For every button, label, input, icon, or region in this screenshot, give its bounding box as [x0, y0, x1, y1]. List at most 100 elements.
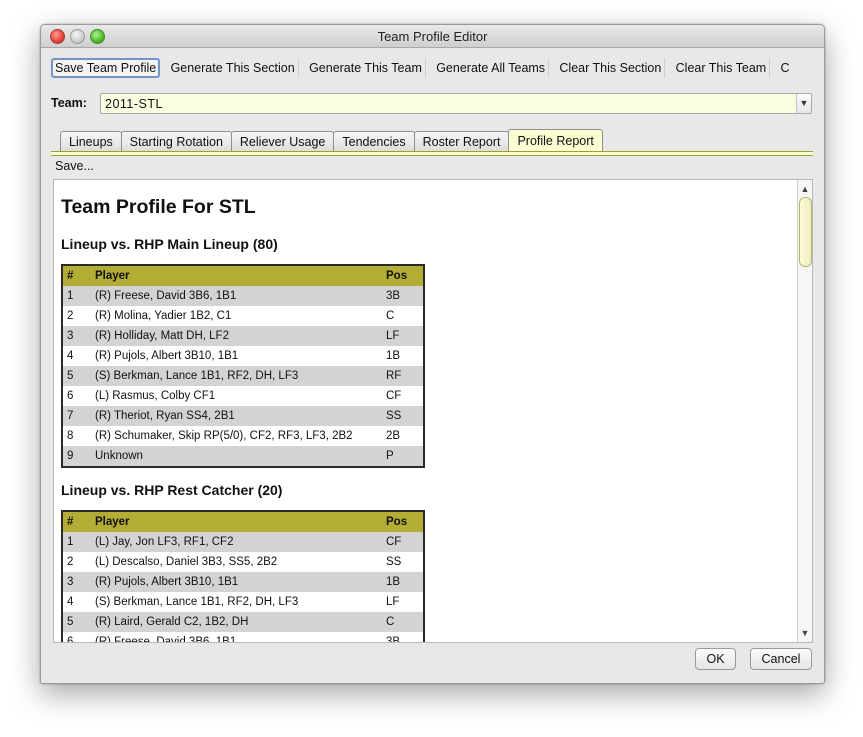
save-report-link[interactable]: Save... — [55, 159, 94, 173]
cell-pos: LF — [382, 592, 424, 612]
column-header-player: Player — [91, 511, 382, 532]
team-selector-row: Team: 2011-STL ▼ — [51, 93, 813, 115]
team-combo-value: 2011-STL — [105, 97, 163, 111]
tab-reliever-usage[interactable]: Reliever Usage — [230, 131, 335, 152]
table-row: 5 (S) Berkman, Lance 1B1, RF2, DH, LF3 RF — [62, 366, 424, 386]
tab-roster-report[interactable]: Roster Report — [413, 131, 510, 152]
cell-player: (R) Schumaker, Skip RP(5/0), CF2, RF3, L… — [91, 426, 382, 446]
cell-number: 5 — [62, 366, 91, 386]
cell-player: (R) Holliday, Matt DH, LF2 — [91, 326, 382, 346]
cell-pos: 1B — [382, 346, 424, 366]
cell-number: 9 — [62, 446, 91, 467]
window-title: Team Profile Editor — [377, 29, 488, 44]
column-header-pos: Pos — [382, 511, 424, 532]
cell-number: 4 — [62, 592, 91, 612]
report-viewport[interactable]: Team Profile For STL Lineup vs. RHP Main… — [53, 179, 813, 643]
cell-player: (R) Pujols, Albert 3B10, 1B1 — [91, 346, 382, 366]
cell-player: (S) Berkman, Lance 1B1, RF2, DH, LF3 — [91, 366, 382, 386]
cell-number: 3 — [62, 572, 91, 592]
lineup-table-body: 1 (L) Jay, Jon LF3, RF1, CF2 CF 2 (L) Descal… — [62, 532, 424, 642]
cell-player: (R) Pujols, Albert 3B10, 1B1 — [91, 572, 382, 592]
cell-pos: 3B — [382, 632, 424, 642]
ok-button[interactable]: OK — [695, 648, 736, 670]
cell-number: 1 — [62, 286, 91, 306]
column-header-number: # — [62, 511, 91, 532]
clipped-toolbar-button[interactable]: C — [778, 58, 793, 78]
scrollbar-thumb[interactable] — [799, 197, 812, 267]
generate-this-team-button[interactable]: Generate This Team — [306, 58, 426, 78]
cell-player: Unknown — [91, 446, 382, 467]
table-row: 7 (R) Theriot, Ryan SS4, 2B1 SS — [62, 406, 424, 426]
section-heading: Lineup vs. RHP Rest Catcher (20) — [61, 482, 283, 498]
cell-number: 6 — [62, 386, 91, 406]
report-title: Team Profile For STL — [61, 196, 256, 218]
table-row: 3 (R) Pujols, Albert 3B10, 1B1 1B — [62, 572, 424, 592]
cell-pos: LF — [382, 326, 424, 346]
table-row: 4 (S) Berkman, Lance 1B1, RF2, DH, LF3 LF — [62, 592, 424, 612]
scroll-down-icon[interactable]: ▼ — [798, 626, 812, 640]
table-row: 9 Unknown P — [62, 446, 424, 467]
cell-pos: SS — [382, 552, 424, 572]
table-row: 2 (R) Molina, Yadier 1B2, C1 C — [62, 306, 424, 326]
table-row: 1 (L) Jay, Jon LF3, RF1, CF2 CF — [62, 532, 424, 552]
column-header-number: # — [62, 265, 91, 286]
cell-number: 7 — [62, 406, 91, 426]
table-header-row: # Player Pos — [62, 511, 424, 532]
lineup-table: # Player Pos 1 (R) Freese, David 3B6, 1B1… — [61, 264, 425, 468]
cell-player: (R) Freese, David 3B6, 1B1 — [91, 286, 382, 306]
table-row: 8 (R) Schumaker, Skip RP(5/0), CF2, RF3, … — [62, 426, 424, 446]
cell-number: 6 — [62, 632, 91, 642]
title-bar: Team Profile Editor — [41, 25, 824, 48]
cell-pos: C — [382, 612, 424, 632]
clear-this-section-button[interactable]: Clear This Section — [556, 58, 666, 78]
clear-this-team-button[interactable]: Clear This Team — [673, 58, 771, 78]
cell-pos: P — [382, 446, 424, 467]
team-profile-editor-window: Team Profile Editor Save Team Profile Ge… — [40, 24, 825, 684]
cell-player: (S) Berkman, Lance 1B1, RF2, DH, LF3 — [91, 592, 382, 612]
dropdown-arrow-icon[interactable]: ▼ — [796, 94, 811, 113]
tab-tendencies[interactable]: Tendencies — [333, 131, 415, 152]
vertical-scrollbar[interactable]: ▲ ▼ — [797, 180, 812, 642]
report-document: Team Profile For STL Lineup vs. RHP Main… — [61, 180, 801, 642]
section-heading: Lineup vs. RHP Main Lineup (80) — [61, 236, 278, 252]
cell-player: (L) Descalso, Daniel 3B3, SS5, 2B2 — [91, 552, 382, 572]
tab-bar: Lineups Starting Rotation Reliever Usage Te… — [60, 129, 603, 152]
cell-player: (R) Molina, Yadier 1B2, C1 — [91, 306, 382, 326]
cell-number: 2 — [62, 306, 91, 326]
toolbar: Save Team Profile Generate This Section … — [51, 58, 821, 80]
tab-panel-border — [51, 151, 813, 156]
scroll-up-icon[interactable]: ▲ — [798, 182, 812, 196]
cell-pos: 1B — [382, 572, 424, 592]
cell-player: (R) Laird, Gerald C2, 1B2, DH — [91, 612, 382, 632]
cell-number: 5 — [62, 612, 91, 632]
cell-number: 3 — [62, 326, 91, 346]
cell-number: 1 — [62, 532, 91, 552]
table-row: 2 (L) Descalso, Daniel 3B3, SS5, 2B2 SS — [62, 552, 424, 572]
cell-pos: CF — [382, 386, 424, 406]
generate-all-teams-button[interactable]: Generate All Teams — [433, 58, 550, 78]
cell-number: 4 — [62, 346, 91, 366]
table-row: 3 (R) Holliday, Matt DH, LF2 LF — [62, 326, 424, 346]
cell-pos: RF — [382, 366, 424, 386]
cell-pos: C — [382, 306, 424, 326]
table-row: 6 (L) Rasmus, Colby CF1 CF — [62, 386, 424, 406]
cell-number: 8 — [62, 426, 91, 446]
save-team-profile-button[interactable]: Save Team Profile — [51, 58, 161, 78]
generate-this-section-button[interactable]: Generate This Section — [168, 58, 299, 78]
table-header-row: # Player Pos — [62, 265, 424, 286]
cell-pos: 3B — [382, 286, 424, 306]
cancel-button[interactable]: Cancel — [750, 648, 812, 670]
lineup-table: # Player Pos 1 (L) Jay, Jon LF3, RF1, CF2… — [61, 510, 425, 642]
lineup-table-body: 1 (R) Freese, David 3B6, 1B1 3B 2 (R) Molina… — [62, 286, 424, 467]
team-label: Team: — [51, 96, 87, 110]
table-row: 5 (R) Laird, Gerald C2, 1B2, DH C — [62, 612, 424, 632]
team-combo-box[interactable]: 2011-STL ▼ — [100, 93, 812, 114]
tab-profile-report[interactable]: Profile Report — [508, 129, 603, 152]
cell-pos: 2B — [382, 426, 424, 446]
column-header-player: Player — [91, 265, 382, 286]
cell-player: (L) Rasmus, Colby CF1 — [91, 386, 382, 406]
tab-lineups[interactable]: Lineups — [60, 131, 122, 152]
tab-starting-rotation[interactable]: Starting Rotation — [120, 131, 232, 152]
table-row: 4 (R) Pujols, Albert 3B10, 1B1 1B — [62, 346, 424, 366]
cell-player: (L) Jay, Jon LF3, RF1, CF2 — [91, 532, 382, 552]
